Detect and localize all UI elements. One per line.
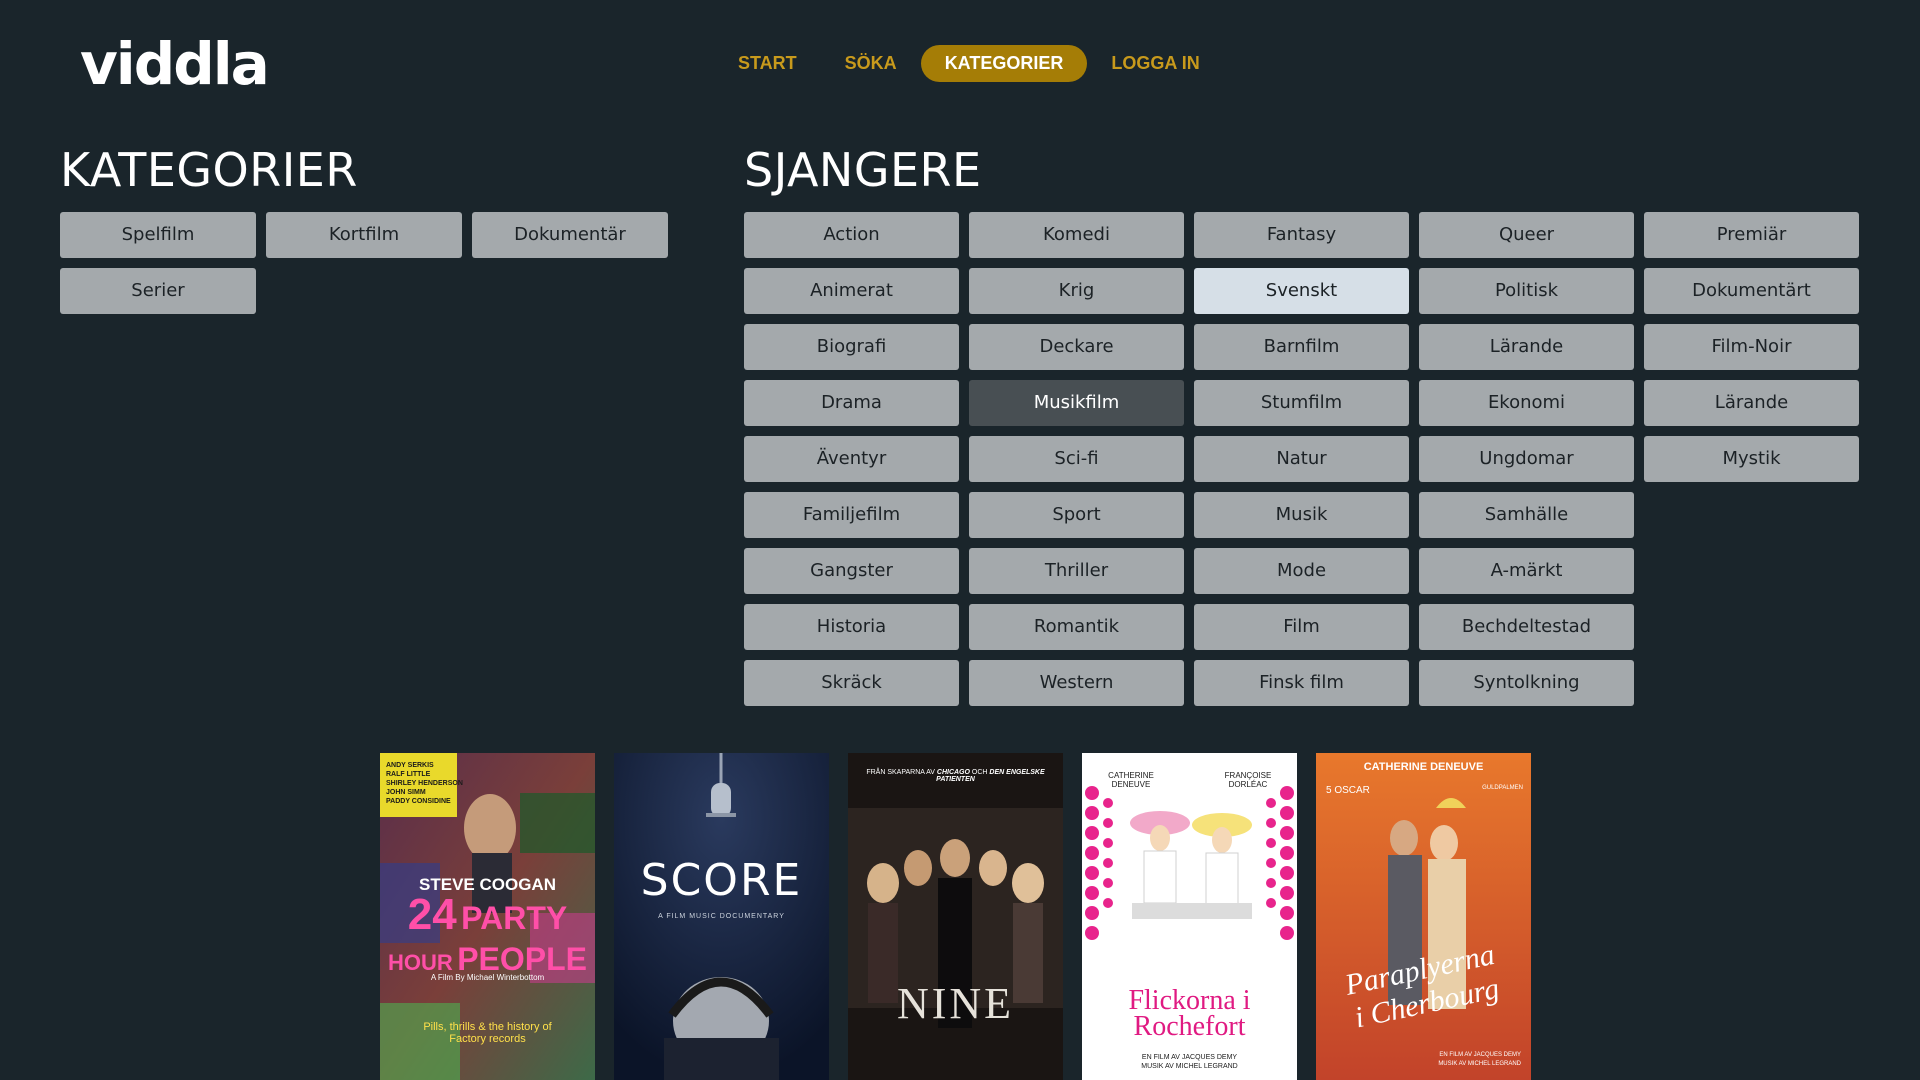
poster5-award: 5 OSCAR [1326,785,1370,796]
genre-tile-dokumentärt[interactable]: Dokumentärt [1644,268,1859,314]
poster1-title-party: PARTY [461,900,568,936]
poster5-palme: GULDPALMEN [1482,785,1523,791]
poster1-title-people: PEOPLE [457,941,588,977]
kategori-tile-spelfilm[interactable]: Spelfilm [60,212,256,258]
genre-tile-barnfilm[interactable]: Barnfilm [1194,324,1409,370]
poster1-top-name: PADDY CONSIDINE [386,798,451,805]
poster1-title-hour: HOUR [387,950,453,975]
poster3-header-c: OCH [971,769,988,776]
poster1-top-name: RALF LITTLE [386,771,431,778]
main-nav: START SÖKA KATEGORIER LOGGA IN [714,45,1224,82]
poster5-actor: CATHERINE DENEUVE [1363,761,1484,773]
genre-tile-lärande[interactable]: Lärande [1419,324,1634,370]
poster1-title-24: 24 [407,890,457,939]
genre-tile-western[interactable]: Western [969,660,1184,706]
genre-tile-gangster[interactable]: Gangster [744,548,959,594]
poster-24-hour-party-people[interactable]: ANDY SERKIS RALF LITTLE SHIRLEY HENDERSO… [380,753,595,1080]
genre-tile-romantik[interactable]: Romantik [969,604,1184,650]
genre-tile-bechdeltestad[interactable]: Bechdeltestad [1419,604,1634,650]
genre-tile-stumfilm[interactable]: Stumfilm [1194,380,1409,426]
nav-soka[interactable]: SÖKA [821,45,921,82]
genre-tile-samhälle[interactable]: Samhälle [1419,492,1634,538]
genre-tile-animerat[interactable]: Animerat [744,268,959,314]
genre-tile-deckare[interactable]: Deckare [969,324,1184,370]
poster3-header-b: CHICAGO [936,769,970,776]
poster2-subtitle: A FILM MUSIC DOCUMENTARY [658,913,785,920]
poster3-header-a: FRÅN SKAPARNA AV [866,769,935,776]
kategorier-heading: KATEGORIER [60,143,358,197]
kategori-tile-kortfilm[interactable]: Kortfilm [266,212,462,258]
genre-tile-lärande[interactable]: Lärande [1644,380,1859,426]
genre-tile-sci-fi[interactable]: Sci-fi [969,436,1184,482]
genre-tile-syntolkning[interactable]: Syntolkning [1419,660,1634,706]
sjangere-heading: SJANGERE [744,143,982,197]
nav-logga-in[interactable]: LOGGA IN [1087,45,1223,82]
poster-paraplyerna-i-cherbourg[interactable]: CATHERINE DENEUVE 5 OSCAR GULDPALMEN Par… [1316,753,1531,1080]
genre-tile-finsk-film[interactable]: Finsk film [1194,660,1409,706]
poster1-top-name: SHIRLEY HENDERSON [386,780,463,787]
poster3-title: NINE [896,979,1015,1028]
genre-tile-skräck[interactable]: Skräck [744,660,959,706]
kategori-tile-dokumentär[interactable]: Dokumentär [472,212,668,258]
poster5-credit1: EN FILM AV JACQUES DEMY [1439,1052,1521,1058]
genre-tile-ungdomar[interactable]: Ungdomar [1419,436,1634,482]
genre-tile-drama[interactable]: Drama [744,380,959,426]
genre-tile-svenskt[interactable]: Svenskt [1194,268,1409,314]
genre-tile-komedi[interactable]: Komedi [969,212,1184,258]
poster-flickorna-i-rochefort[interactable]: CATHERINE DENEUVE FRANÇOISE DORLÉAC Flic… [1082,753,1297,1080]
poster1-top-name: JOHN SIMM [386,789,426,796]
genre-tile-historia[interactable]: Historia [744,604,959,650]
genre-tile-familjefilm[interactable]: Familjefilm [744,492,959,538]
genre-tile-fantasy[interactable]: Fantasy [1194,212,1409,258]
genre-tile-politisk[interactable]: Politisk [1419,268,1634,314]
poster4-credit2: MUSIK AV MICHEL LEGRAND [1141,1063,1238,1070]
poster-nine[interactable]: FRÅN SKAPARNA AV CHICAGO OCH DEN ENGELSK… [848,753,1063,1080]
poster1-credit: A Film By Michael Winterbottom [430,973,545,982]
genre-tile-musikfilm[interactable]: Musikfilm [969,380,1184,426]
genre-tile-film-noir[interactable]: Film-Noir [1644,324,1859,370]
kategori-tile-serier[interactable]: Serier [60,268,256,314]
poster2-title: SCORE [640,855,803,906]
poster1-top-name: ANDY SERKIS [386,762,434,769]
genre-tile-film[interactable]: Film [1194,604,1409,650]
genre-tile-musik[interactable]: Musik [1194,492,1409,538]
genre-tile-mystik[interactable]: Mystik [1644,436,1859,482]
poster5-credit2: MUSIK AV MICHEL LEGRAND [1438,1061,1521,1067]
genre-tile-natur[interactable]: Natur [1194,436,1409,482]
genre-tile-krig[interactable]: Krig [969,268,1184,314]
poster-score[interactable]: SCORE A FILM MUSIC DOCUMENTARY [614,753,829,1080]
genre-tile-premiär[interactable]: Premiär [1644,212,1859,258]
poster4-title-line2: Rochefort [1133,1011,1246,1042]
genre-tile-sport[interactable]: Sport [969,492,1184,538]
genre-tile-queer[interactable]: Queer [1419,212,1634,258]
poster4-actor-left: CATHERINE DENEUVE [1108,771,1154,789]
genre-tile-mode[interactable]: Mode [1194,548,1409,594]
nav-start[interactable]: START [714,45,821,82]
nav-kategorier[interactable]: KATEGORIER [920,45,1088,82]
genre-tile-thriller[interactable]: Thriller [969,548,1184,594]
genre-tile-action[interactable]: Action [744,212,959,258]
poster1-tagline: Pills, thrills & the history of Factory … [423,1021,552,1045]
genre-tile-biografi[interactable]: Biografi [744,324,959,370]
genre-tile-a-märkt[interactable]: A-märkt [1419,548,1634,594]
genre-tile-ekonomi[interactable]: Ekonomi [1419,380,1634,426]
poster4-credit1: EN FILM AV JACQUES DEMY [1141,1054,1238,1061]
genre-tile-äventyr[interactable]: Äventyr [744,436,959,482]
viddla-logo[interactable]: viddla [80,30,270,98]
poster4-actor-right: FRANÇOISE DORLÉAC [1224,771,1272,789]
